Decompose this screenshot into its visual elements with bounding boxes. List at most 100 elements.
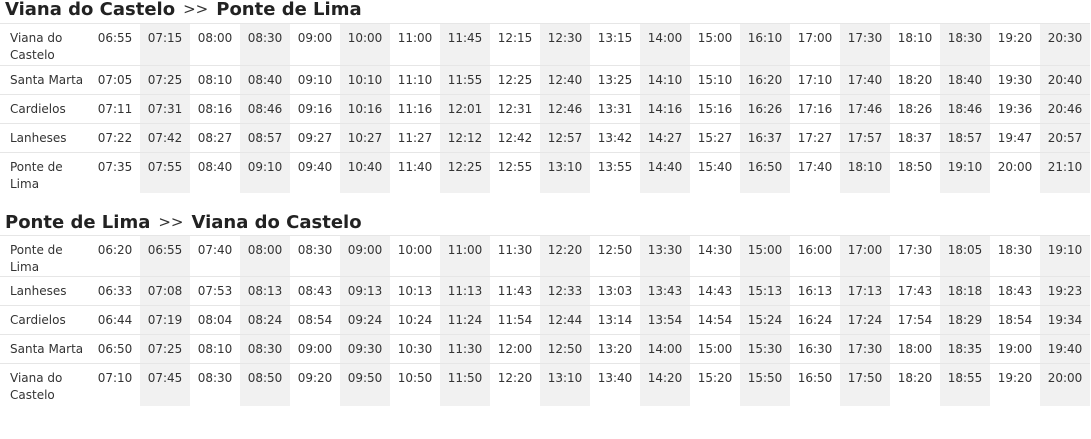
departure-time: 20:57 [1040,123,1090,153]
departure-time: 07:31 [140,94,190,124]
departure-time: 12:31 [490,94,540,124]
departure-time: 18:29 [940,305,990,335]
departure-time: 20:46 [1040,94,1090,124]
table-row: Ponte de Lima 06:20 06:55 07:40 08:00 08:30 09… [0,235,1090,277]
departure-time: 16:24 [790,305,840,335]
departure-time: 17:54 [890,305,940,335]
direction-arrow: >> [158,213,184,231]
departure-time: 15:00 [690,23,740,66]
departure-time: 08:50 [240,363,290,406]
departure-time: 19:20 [990,363,1040,406]
departure-time: 17:30 [890,235,940,277]
departure-time: 13:55 [590,152,640,193]
departure-time: 14:20 [640,363,690,406]
departure-time: 20:00 [990,152,1040,193]
departure-time: 13:10 [540,363,590,406]
departure-time: 19:20 [990,23,1040,66]
departure-time: 19:40 [1040,334,1090,364]
departure-time: 09:10 [290,65,340,95]
departure-time: 17:00 [790,23,840,66]
stop-name: Santa Marta [0,334,90,364]
departure-time: 08:00 [240,235,290,277]
departure-time: 14:16 [640,94,690,124]
departure-time: 08:27 [190,123,240,153]
departure-time: 08:30 [240,23,290,66]
departure-time: 10:50 [390,363,440,406]
departure-time: 10:30 [390,334,440,364]
departure-time: 08:30 [190,363,240,406]
departure-time: 07:40 [190,235,240,277]
departure-time: 11:45 [440,23,490,66]
departure-time: 18:18 [940,276,990,306]
departure-time: 20:40 [1040,65,1090,95]
departure-time: 09:27 [290,123,340,153]
departure-time: 19:10 [1040,235,1090,277]
departure-time: 09:00 [290,334,340,364]
departure-time: 11:30 [440,334,490,364]
departure-time: 11:43 [490,276,540,306]
departure-time: 13:20 [590,334,640,364]
departure-time: 18:20 [890,65,940,95]
departure-time: 14:40 [640,152,690,193]
timetable-ponte-to-viana: Ponte de Lima 06:20 06:55 07:40 08:00 08:30 09… [0,235,1090,406]
departure-time: 18:43 [990,276,1040,306]
departure-time: 10:00 [340,23,390,66]
departure-time: 07:08 [140,276,190,306]
departure-time: 13:40 [590,363,640,406]
departure-time: 15:50 [740,363,790,406]
departure-time: 18:37 [890,123,940,153]
departure-time: 08:43 [290,276,340,306]
departure-time: 07:11 [90,94,140,124]
departure-time: 13:14 [590,305,640,335]
departure-time: 17:40 [840,65,890,95]
departure-time: 13:42 [590,123,640,153]
departure-time: 18:30 [990,235,1040,277]
departure-time: 08:46 [240,94,290,124]
departure-time: 08:30 [240,334,290,364]
departure-time: 18:00 [890,334,940,364]
departure-time: 06:55 [90,23,140,66]
stop-name: Lanheses [0,123,90,153]
departure-time: 11:13 [440,276,490,306]
stop-name: Lanheses [0,276,90,306]
departure-time: 17:13 [840,276,890,306]
direction-arrow: >> [183,0,209,18]
departure-time: 11:00 [440,235,490,277]
departure-time: 17:46 [840,94,890,124]
departure-time: 06:50 [90,334,140,364]
departure-time: 11:30 [490,235,540,277]
departure-time: 10:13 [390,276,440,306]
departure-time: 17:24 [840,305,890,335]
departure-time: 17:16 [790,94,840,124]
departure-time: 14:27 [640,123,690,153]
departure-time: 12:57 [540,123,590,153]
departure-time: 11:55 [440,65,490,95]
table-row: Santa Marta 07:05 07:25 08:10 08:40 09:10 10:1… [0,65,1090,95]
departure-time: 12:44 [540,305,590,335]
departure-time: 12:20 [490,363,540,406]
departure-time: 16:30 [790,334,840,364]
departure-time: 15:00 [690,334,740,364]
departure-time: 17:30 [840,23,890,66]
departure-time: 17:30 [840,334,890,364]
departure-time: 13:43 [640,276,690,306]
stop-name: Viana do Castelo [0,23,90,66]
departure-time: 12:55 [490,152,540,193]
departure-time: 13:30 [640,235,690,277]
departure-time: 14:00 [640,334,690,364]
departure-time: 17:43 [890,276,940,306]
table-row: Ponte de Lima 07:35 07:55 08:40 09:10 09:40 10… [0,152,1090,193]
departure-time: 08:40 [240,65,290,95]
departure-time: 20:30 [1040,23,1090,66]
departure-time: 07:42 [140,123,190,153]
departure-time: 19:23 [1040,276,1090,306]
departure-time: 16:13 [790,276,840,306]
departure-time: 07:05 [90,65,140,95]
departure-time: 18:35 [940,334,990,364]
departure-time: 12:30 [540,23,590,66]
departure-time: 15:40 [690,152,740,193]
departure-time: 17:57 [840,123,890,153]
departure-time: 11:00 [390,23,440,66]
table-row: Viana do Castelo 06:55 07:15 08:00 08:30 09:0… [0,23,1090,66]
departure-time: 07:15 [140,23,190,66]
